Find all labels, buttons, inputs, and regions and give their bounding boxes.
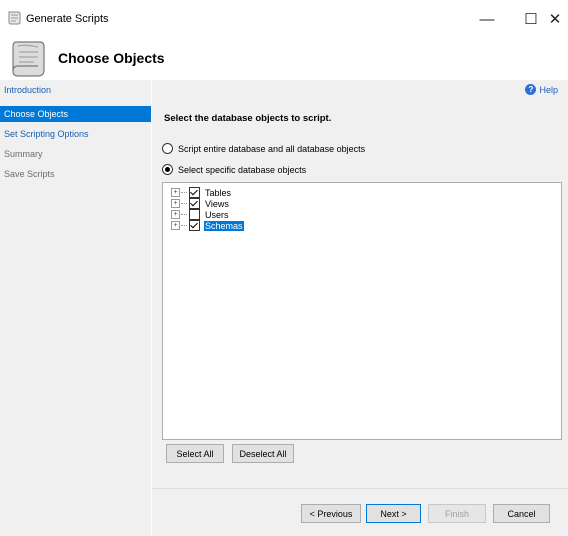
script-entire-database-option[interactable]: Script entire database and all database … — [162, 143, 365, 154]
expand-icon[interactable]: + — [171, 221, 180, 230]
instruction-text: Select the database objects to script. — [164, 113, 332, 124]
tree-node-views[interactable]: + Views — [171, 198, 230, 209]
sidebar-item-summary: Summary — [4, 149, 43, 159]
sidebar-item-introduction[interactable]: Introduction — [0, 82, 151, 98]
radio-button[interactable] — [162, 143, 173, 154]
title-bar: Generate Scripts — ☐ ✕ — [0, 0, 568, 38]
expand-icon[interactable]: + — [171, 188, 180, 197]
previous-button[interactable]: < Previous — [301, 504, 361, 523]
minimize-icon: — — [479, 10, 495, 28]
expand-icon[interactable]: + — [171, 199, 180, 208]
object-tree[interactable]: + Tables + Views + Users + Schemas — [162, 182, 562, 440]
checkbox[interactable] — [189, 198, 200, 209]
scroll-icon — [8, 11, 21, 25]
tree-node-label: Schemas — [203, 219, 245, 232]
expand-icon[interactable]: + — [171, 210, 180, 219]
option-label: Select specific database objects — [178, 164, 307, 175]
finish-button: Finish — [428, 504, 486, 523]
checkbox[interactable] — [189, 187, 200, 198]
tree-node-label: Users — [205, 209, 229, 220]
next-button[interactable]: Next > — [366, 504, 421, 523]
close-icon: ✕ — [548, 11, 562, 28]
close-button[interactable]: ✕ — [538, 6, 568, 32]
tree-node-users[interactable]: + Users — [171, 209, 230, 220]
tree-node-tables[interactable]: + Tables — [171, 187, 232, 198]
checkbox[interactable] — [189, 209, 200, 220]
minimize-button[interactable]: — — [470, 6, 504, 32]
deselect-all-button[interactable]: Deselect All — [232, 444, 294, 463]
checkbox[interactable] — [189, 220, 200, 231]
select-all-button[interactable]: Select All — [166, 444, 224, 463]
page-title: Choose Objects — [58, 50, 165, 66]
sidebar-item-save-scripts: Save Scripts — [4, 169, 55, 179]
help-link[interactable]: ? Help — [525, 84, 558, 95]
cancel-button[interactable]: Cancel — [493, 504, 550, 523]
tree-node-label: Views — [205, 198, 229, 209]
divider — [152, 488, 568, 489]
select-specific-objects-option[interactable]: Select specific database objects — [162, 164, 306, 175]
tree-node-schemas[interactable]: + Schemas — [171, 219, 245, 232]
help-icon: ? — [525, 84, 537, 95]
maximize-icon: ☐ — [524, 11, 538, 28]
wizard-steps-sidebar: Introduction Choose Objects Set Scriptin… — [0, 80, 151, 536]
scroll-icon — [12, 41, 45, 77]
main-panel: ? Help Select the database objects to sc… — [152, 80, 568, 536]
help-label: Help — [539, 84, 558, 95]
radio-button-selected[interactable] — [162, 164, 173, 175]
sidebar-item-set-scripting-options[interactable]: Set Scripting Options — [0, 126, 151, 142]
wizard-header: Choose Objects — [0, 38, 568, 80]
sidebar-item-choose-objects[interactable]: Choose Objects — [0, 106, 151, 122]
tree-node-label: Tables — [205, 187, 232, 198]
option-label: Script entire database and all database … — [178, 143, 366, 154]
window-title: Generate Scripts — [26, 13, 109, 25]
